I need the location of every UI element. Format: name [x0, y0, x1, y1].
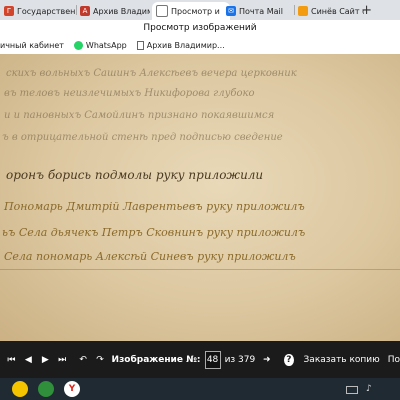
- new-tab-button[interactable]: +: [361, 3, 372, 18]
- manuscript-line: въ теловъ неизлечимыхъ Никифорова глубок…: [4, 88, 255, 99]
- manuscript-image[interactable]: скихъ вольныхъ Сашинъ Алексѣевъ вечера ц…: [0, 54, 400, 341]
- tab-label: Синёв Сайт се: [311, 6, 364, 16]
- whatsapp-icon: [73, 41, 83, 50]
- app-icon-green[interactable]: [38, 381, 54, 397]
- document-icon: [136, 41, 144, 50]
- truncated-link[interactable]: По: [388, 355, 400, 365]
- tab-sinev-site[interactable]: Синёв Сайт се: [298, 2, 364, 20]
- image-number-label: Изображение №:: [111, 354, 201, 365]
- tab-vladimir-archive[interactable]: А Архив Владими: [80, 2, 150, 20]
- taskbar: Y ♪: [0, 378, 400, 400]
- bookmark-label: ичный кабинет: [0, 41, 64, 50]
- tab-divider: [294, 5, 295, 15]
- rotate-right-icon[interactable]: ↷: [95, 353, 106, 367]
- bookmark-personal-cabinet[interactable]: ичный кабинет: [0, 41, 64, 50]
- archive-icon: А: [80, 6, 90, 16]
- tab-state-archive[interactable]: Г Государственн: [4, 2, 76, 20]
- manuscript-line: и и пановныхъ Самойлинъ признано покаявш…: [4, 110, 275, 121]
- total-pages: из 379: [224, 354, 256, 365]
- bookmark-vladimir-archive[interactable]: Архив Владимир...: [136, 41, 225, 50]
- bookmark-whatsapp[interactable]: WhatsApp: [73, 41, 127, 50]
- rotate-left-icon[interactable]: ↶: [78, 353, 89, 367]
- battery-icon: [346, 386, 358, 394]
- state-archive-icon: Г: [4, 6, 14, 16]
- yandex-browser-icon[interactable]: Y: [64, 381, 80, 397]
- bookmark-label: WhatsApp: [85, 41, 127, 50]
- tab-label: Почта Mail: [239, 6, 283, 16]
- tab-label: Архив Владими: [93, 6, 150, 16]
- next-page-icon[interactable]: ▶: [40, 353, 51, 367]
- tab-mail[interactable]: ✉ Почта Mail: [226, 2, 294, 20]
- manuscript-line: ьъ Села дьячекъ Петръ Сковнинъ руку прил…: [2, 226, 306, 239]
- manuscript-line: ъ в отрицательной стенѣ пред подписью св…: [2, 132, 283, 143]
- page-number-input[interactable]: 48: [204, 350, 221, 369]
- manuscript-line: оронъ борись подмолы руку приложили: [6, 168, 264, 182]
- help-icon[interactable]: ?: [284, 353, 294, 366]
- tab-label: Просмотр и: [171, 6, 220, 16]
- first-page-icon[interactable]: ⏮: [6, 353, 17, 367]
- viewer-controls: ⏮ ◀ ▶ ⏭ ↶ ↷ Изображение №: 48 из 379 ➜ ?…: [0, 341, 400, 378]
- tab-image-viewer[interactable]: Просмотр и ✕: [152, 2, 230, 20]
- tab-divider: [76, 5, 77, 15]
- last-page-icon[interactable]: ⏭: [57, 353, 68, 367]
- tab-strip: Г Государственн А Архив Владими Просмотр…: [0, 0, 400, 20]
- mail-icon: ✉: [226, 6, 236, 16]
- manuscript-line: Пономарь Дмитрій Лаврентьевъ руку прилож…: [4, 200, 305, 213]
- tab-label: Государственн: [17, 6, 76, 16]
- site-icon: [298, 6, 308, 16]
- page-title: Просмотр изображений: [0, 20, 400, 37]
- manuscript-line: скихъ вольныхъ Сашинъ Алексѣевъ вечера ц…: [6, 68, 297, 79]
- bookmarks-bar: ичный кабинет WhatsApp Архив Владимир...: [0, 37, 400, 54]
- previous-page-icon[interactable]: ◀: [23, 353, 34, 367]
- app-icon-yellow[interactable]: [12, 381, 28, 397]
- order-copy-link[interactable]: Заказать копию: [304, 355, 380, 365]
- go-arrow-icon[interactable]: ➜: [261, 353, 272, 367]
- manuscript-line: Села пономарь Алексѣй Синевъ руку прилож…: [4, 250, 296, 263]
- speaker-icon[interactable]: ♪: [366, 384, 372, 394]
- document-icon: [156, 5, 168, 17]
- paper-crease: [0, 269, 400, 270]
- bookmark-label: Архив Владимир...: [146, 41, 225, 50]
